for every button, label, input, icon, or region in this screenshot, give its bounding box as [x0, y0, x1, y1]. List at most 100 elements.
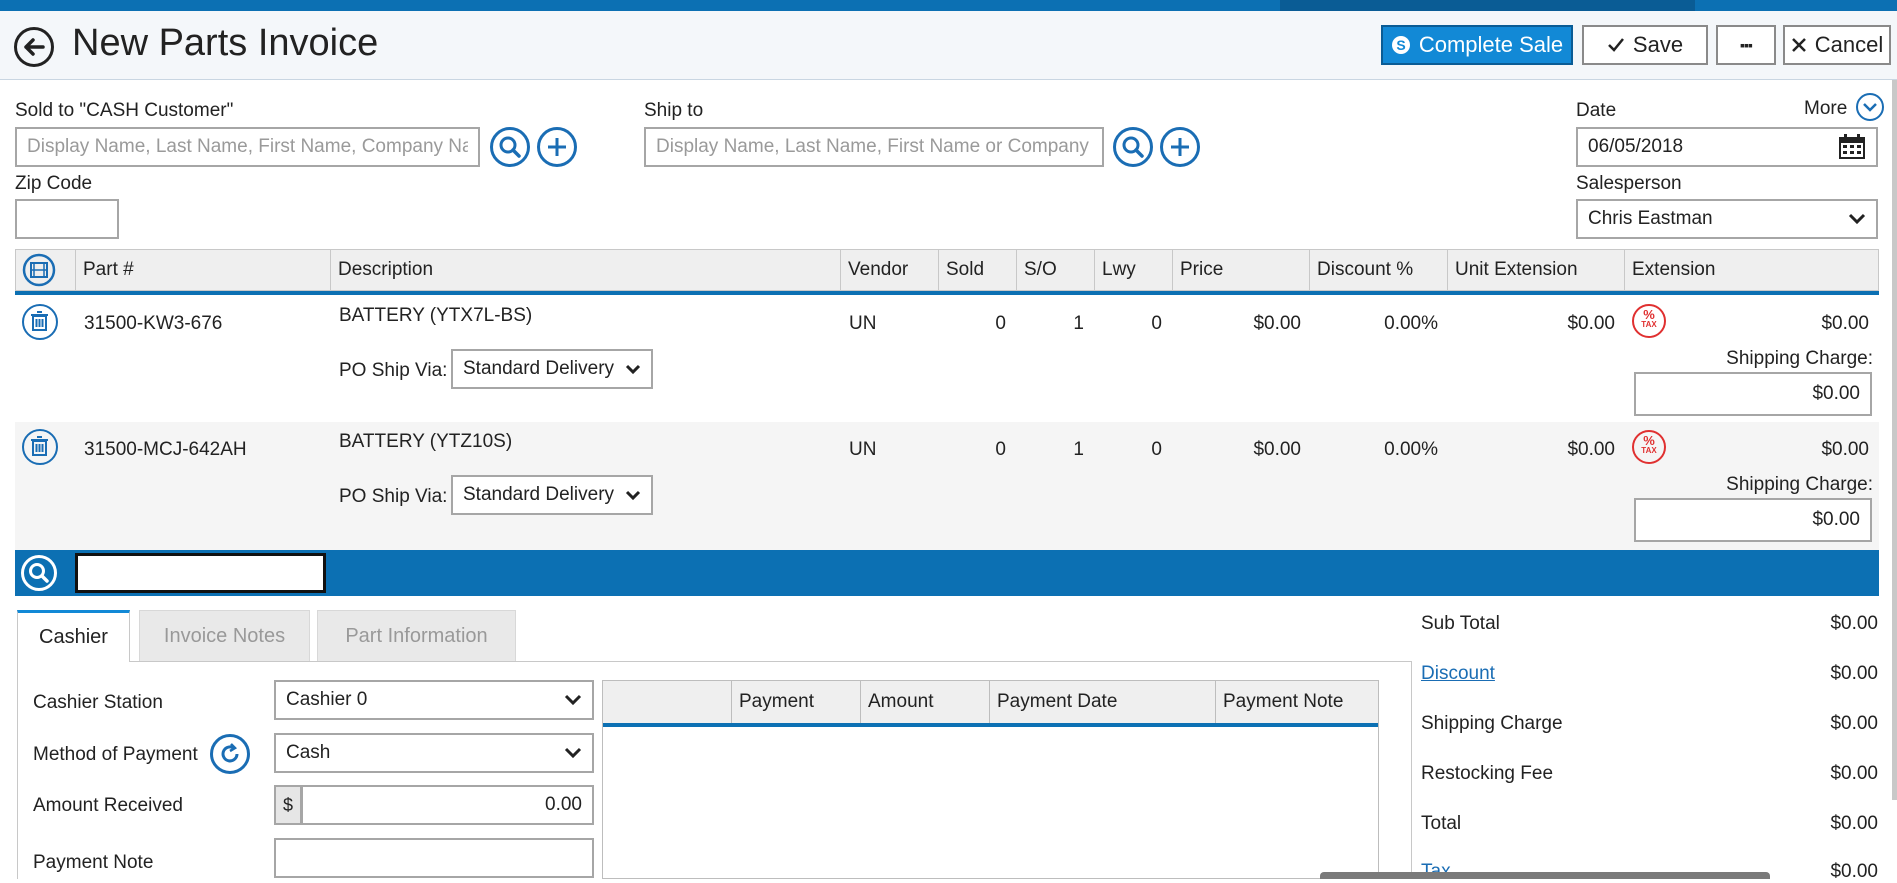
po-ship-via-label: PO Ship Via:: [339, 486, 448, 507]
zip-code-input[interactable]: [15, 199, 119, 239]
back-button[interactable]: [14, 27, 54, 67]
payments-grid: Payment Amount Payment Date Payment Note: [602, 680, 1379, 879]
table-row: 31500-MCJ-642AH BATTERY (YTZ10S) PO Ship…: [15, 422, 1879, 550]
more-label[interactable]: More: [1804, 98, 1847, 120]
column-header-vendor[interactable]: Vendor: [841, 250, 939, 290]
payment-column-payment[interactable]: Payment: [732, 681, 861, 723]
close-icon: [1791, 38, 1806, 52]
column-header-lwy[interactable]: Lwy: [1095, 250, 1173, 290]
sold-qty[interactable]: 0: [923, 439, 1006, 461]
column-header-extension[interactable]: Extension: [1625, 250, 1878, 290]
complete-sale-button[interactable]: S Complete Sale: [1381, 25, 1573, 65]
salesperson-value: Chris Eastman: [1588, 208, 1713, 229]
column-header-sold[interactable]: Sold: [939, 250, 1017, 290]
dollar-circle-icon: S: [1391, 36, 1410, 54]
zip-code-label: Zip Code: [15, 173, 93, 194]
sold-qty[interactable]: 0: [923, 313, 1006, 335]
discount-percent[interactable]: 0.00%: [1309, 439, 1438, 461]
payment-column-select[interactable]: [603, 681, 732, 723]
salesperson-select[interactable]: Chris Eastman: [1576, 199, 1878, 239]
chevron-down-icon: [1863, 103, 1877, 112]
tax-toggle-icon[interactable]: % TAX: [1632, 430, 1666, 464]
ship-to-input[interactable]: [644, 127, 1104, 167]
po-ship-via-select[interactable]: Standard Delivery: [451, 475, 653, 515]
sold-to-input[interactable]: [15, 127, 480, 167]
shipping-charge-total-value: $0.00: [1830, 713, 1878, 734]
cancel-button[interactable]: Cancel: [1783, 25, 1891, 65]
part-number[interactable]: 31500-MCJ-642AH: [84, 439, 247, 461]
tab-part-information[interactable]: Part Information: [317, 610, 516, 662]
payment-column-date[interactable]: Payment Date: [990, 681, 1216, 723]
sold-to-search-button[interactable]: [490, 127, 530, 167]
part-search-input[interactable]: [75, 553, 326, 593]
column-header-price[interactable]: Price: [1173, 250, 1310, 290]
check-icon: [1608, 38, 1624, 52]
unit-extension: $0.00: [1567, 313, 1615, 334]
method-of-payment-select[interactable]: Cash: [274, 733, 594, 773]
method-of-payment-value: Cash: [286, 742, 331, 763]
payments-header-rule: [603, 723, 1378, 727]
part-description: BATTERY (YTZ10S): [339, 431, 513, 452]
svg-text:S: S: [1396, 37, 1405, 53]
ship-to-label: Ship to: [644, 100, 704, 121]
date-field[interactable]: 06/05/2018: [1576, 127, 1878, 167]
so-qty[interactable]: 1: [1001, 439, 1084, 461]
parts-grid-header: Part # Description Vendor Sold S/O Lwy P…: [15, 249, 1879, 291]
part-search-button[interactable]: [21, 555, 57, 591]
payment-note-input[interactable]: [274, 838, 594, 878]
tab-invoice-notes[interactable]: Invoice Notes: [139, 610, 310, 662]
cashier-station-select[interactable]: Cashier 0: [274, 680, 594, 720]
discount-link[interactable]: Discount: [1421, 663, 1495, 685]
more-expand-button[interactable]: [1856, 93, 1884, 121]
complete-sale-label: Complete Sale: [1418, 32, 1564, 57]
save-button[interactable]: Save: [1582, 25, 1708, 65]
shipping-charge-label: Shipping Charge:: [1726, 348, 1873, 369]
notification-toast[interactable]: [1320, 872, 1770, 879]
calendar-icon[interactable]: [1838, 134, 1866, 160]
lwy-qty[interactable]: 0: [1079, 439, 1162, 461]
price[interactable]: $0.00: [1172, 439, 1301, 461]
currency-symbol: $: [274, 785, 302, 825]
delete-row-button[interactable]: [22, 304, 58, 340]
search-icon: [29, 563, 49, 583]
shipping-charge-input[interactable]: $0.00: [1634, 498, 1872, 542]
sub-total-value: $0.00: [1830, 613, 1878, 634]
sold-to-add-button[interactable]: [537, 127, 577, 167]
method-of-payment-label: Method of Payment: [33, 744, 198, 765]
part-number[interactable]: 31500-KW3-676: [84, 313, 222, 335]
grid-column-chooser[interactable]: [16, 250, 76, 290]
price[interactable]: $0.00: [1172, 313, 1301, 335]
delete-row-button[interactable]: [22, 429, 58, 465]
discount-value: $0.00: [1830, 663, 1878, 684]
vertical-scrollbar[interactable]: [1892, 80, 1897, 800]
ship-via-value: Standard Delivery: [463, 358, 615, 379]
window-top-bar: [0, 0, 1897, 11]
amount-received-input[interactable]: 0.00: [301, 785, 594, 825]
chevron-down-icon: [564, 694, 582, 706]
total-label: Total: [1421, 813, 1462, 834]
refresh-payment-button[interactable]: [210, 734, 250, 774]
payment-column-note[interactable]: Payment Note: [1216, 681, 1378, 723]
tab-cashier[interactable]: Cashier: [17, 610, 130, 662]
column-header-description[interactable]: Description: [331, 250, 841, 290]
column-header-unit-extension[interactable]: Unit Extension: [1448, 250, 1625, 290]
payment-column-amount[interactable]: Amount: [861, 681, 990, 723]
shipping-charge-input[interactable]: $0.00: [1634, 372, 1872, 416]
lwy-qty[interactable]: 0: [1079, 313, 1162, 335]
ship-to-add-button[interactable]: [1160, 127, 1200, 167]
po-ship-via-select[interactable]: Standard Delivery: [451, 349, 653, 389]
tax-icon-label: TAX: [1641, 446, 1657, 455]
column-header-discount[interactable]: Discount %: [1310, 250, 1448, 290]
total-value: $0.00: [1830, 813, 1878, 834]
column-header-so[interactable]: S/O: [1017, 250, 1095, 290]
more-actions-button[interactable]: ▪▪▪: [1716, 25, 1776, 65]
tax-icon-label: TAX: [1641, 320, 1657, 329]
so-qty[interactable]: 1: [1001, 313, 1084, 335]
discount-percent[interactable]: 0.00%: [1309, 313, 1438, 335]
ship-via-value: Standard Delivery: [463, 484, 615, 505]
cashier-station-label: Cashier Station: [33, 692, 163, 713]
tax-toggle-icon[interactable]: % TAX: [1632, 304, 1666, 338]
refresh-icon: [221, 743, 239, 763]
ship-to-search-button[interactable]: [1113, 127, 1153, 167]
column-header-part[interactable]: Part #: [76, 250, 331, 290]
